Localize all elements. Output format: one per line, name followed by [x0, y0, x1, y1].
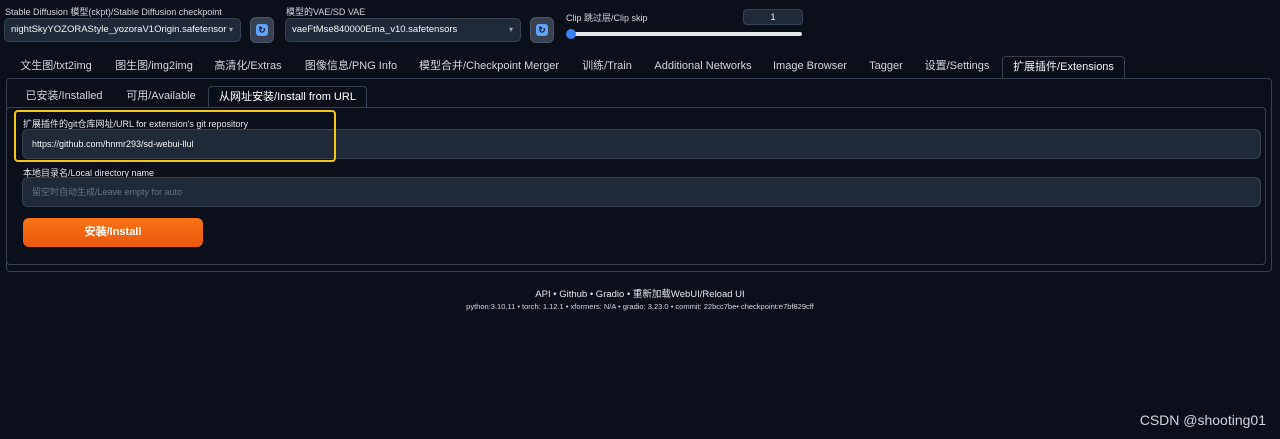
refresh-vae-button[interactable]: ↻: [530, 17, 554, 43]
tab-extras[interactable]: 高清化/Extras: [210, 56, 286, 78]
subtab-install-from-url[interactable]: 从网址安装/Install from URL: [208, 86, 367, 108]
highlight-box: [14, 110, 336, 162]
tab-txt2img[interactable]: 文生图/txt2img: [10, 56, 102, 78]
checkpoint-value: nightSkyYOZORAStyle_yozoraV1Origin.safet…: [11, 24, 227, 35]
subtab-installed[interactable]: 已安装/Installed: [18, 86, 110, 108]
subtab-available[interactable]: 可用/Available: [120, 86, 202, 108]
chevron-down-icon: ▾: [508, 25, 513, 34]
refresh-icon: ↻: [256, 24, 268, 36]
main-tabs: 文生图/txt2img 图生图/img2img 高清化/Extras 图像信息/…: [0, 56, 1280, 78]
tab-img2img[interactable]: 图生图/img2img: [108, 56, 200, 78]
footer-links[interactable]: API • Github • Gradio • 重新加载WebUI/Reload…: [0, 286, 1280, 300]
refresh-checkpoint-button[interactable]: ↻: [250, 17, 274, 43]
csdn-watermark: CSDN @shooting01: [1139, 412, 1266, 428]
tab-settings[interactable]: 设置/Settings: [918, 56, 996, 78]
checkpoint-label: Stable Diffusion 模型(ckpt)/Stable Diffusi…: [5, 7, 222, 17]
install-button[interactable]: 安装/Install: [23, 218, 203, 247]
checkpoint-dropdown[interactable]: nightSkyYOZORAStyle_yozoraV1Origin.safet…: [4, 18, 241, 42]
tab-train[interactable]: 训练/Train: [575, 56, 639, 78]
vae-dropdown[interactable]: vaeFtMse840000Ema_v10.safetensors ▾: [285, 18, 521, 42]
clip-skip-label: Clip 跳过层/Clip skip: [566, 13, 648, 23]
tab-additional-networks[interactable]: Additional Networks: [648, 56, 758, 78]
tab-png-info[interactable]: 图像信息/PNG Info: [299, 56, 403, 78]
chevron-down-icon: ▾: [228, 25, 233, 34]
clip-skip-input[interactable]: 1: [743, 9, 803, 25]
settings-bar: Stable Diffusion 模型(ckpt)/Stable Diffusi…: [0, 0, 1280, 56]
tab-checkpoint-merger[interactable]: 模型合并/Checkpoint Merger: [413, 56, 565, 78]
directory-input[interactable]: 留空时自动生成/Leave empty for auto: [22, 177, 1261, 207]
tab-extensions[interactable]: 扩展插件/Extensions: [1002, 56, 1125, 78]
clip-skip-slider[interactable]: [568, 32, 802, 36]
tab-image-browser[interactable]: Image Browser: [767, 56, 853, 78]
refresh-icon: ↻: [536, 24, 548, 36]
vae-label: 模型的VAE/SD VAE: [286, 7, 366, 17]
footer-versions: python:3.10.11 • torch: 1.12.1 • xformer…: [466, 302, 814, 311]
clip-skip-slider-thumb[interactable]: [566, 29, 576, 39]
tab-tagger[interactable]: Tagger: [862, 56, 910, 78]
vae-value: vaeFtMse840000Ema_v10.safetensors: [292, 24, 458, 35]
